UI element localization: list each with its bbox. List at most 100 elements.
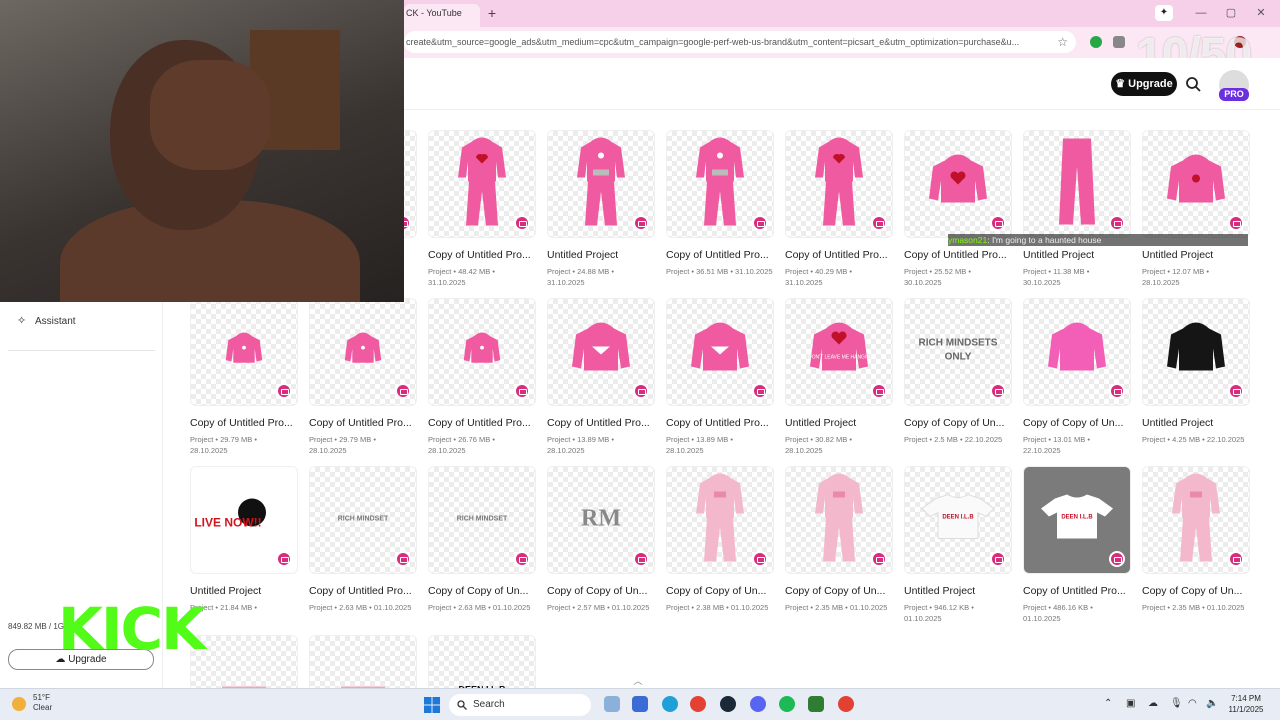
project-card[interactable]: RICH MINDSETS ONLY Copy of Copy of Un... Pr… (904, 298, 1012, 458)
project-thumbnail[interactable] (428, 298, 536, 406)
project-thumbnail[interactable] (904, 130, 1012, 238)
project-thumbnail[interactable] (547, 130, 655, 238)
chrome-active-icon[interactable] (838, 696, 854, 712)
project-thumbnail[interactable]: DEEN I.L.B (428, 635, 536, 688)
project-card[interactable]: Untitled Project Project • 4.25 MB • 22.1… (1142, 298, 1250, 458)
discord-icon[interactable] (750, 696, 766, 712)
project-thumbnail[interactable] (547, 298, 655, 406)
project-card[interactable]: Copy of Untitled Pro... Project • 29.79 M… (190, 298, 298, 458)
volume-icon[interactable]: 🔈 (1206, 698, 1218, 709)
clock[interactable]: 7:14 PM 11/1/2025 (1224, 693, 1268, 715)
minimize-button[interactable]: — (1190, 5, 1212, 21)
project-thumbnail[interactable] (785, 466, 893, 574)
project-thumbnail[interactable]: RM (547, 466, 655, 574)
project-card[interactable]: DON'T LEAVE ME HANGIN Untitled Project Pro… (785, 298, 893, 458)
project-size: Project • 36.51 MB • 31.10.2025 (666, 267, 773, 276)
project-size: Project • 13.01 MB • (1023, 435, 1090, 444)
store-icon[interactable] (632, 696, 648, 712)
maximize-button[interactable]: ▢ (1220, 5, 1242, 21)
cloud-icon[interactable]: ☁ (1148, 698, 1158, 709)
header-upgrade-button[interactable]: ♛ Upgrade (1111, 72, 1177, 96)
project-thumbnail[interactable]: LIVE NOW!! (190, 466, 298, 574)
project-card[interactable] (190, 635, 298, 688)
project-thumbnail[interactable] (1142, 298, 1250, 406)
design-preview-image (1161, 147, 1231, 222)
project-type-icon (990, 551, 1006, 567)
project-card[interactable]: Copy of Untitled Pro... Project • 13.89 M… (666, 298, 774, 458)
project-card[interactable]: LIVE NOW!! Untitled Project Project • 21.8… (190, 466, 298, 626)
project-thumbnail[interactable] (785, 130, 893, 238)
new-tab-button[interactable]: + (484, 4, 500, 22)
project-card[interactable]: Copy of Untitled Pro... Project • 29.79 M… (309, 298, 417, 458)
app-icon[interactable] (808, 696, 824, 712)
project-card[interactable]: DEEN I.L.B (428, 635, 536, 688)
scroll-up-chevron-icon[interactable]: ︿ (630, 674, 646, 686)
design-preview-image (690, 470, 750, 571)
project-card[interactable]: Copy of Copy of Un... Project • 2.38 MB •… (666, 466, 774, 626)
project-card[interactable]: Copy of Untitled Pro... Project • 40.29 M… (785, 130, 893, 290)
steam-icon[interactable] (720, 696, 736, 712)
project-card[interactable]: Copy of Untitled Pro... Project • 36.51 M… (666, 130, 774, 290)
project-type-icon (752, 551, 768, 567)
chrome-icon[interactable] (690, 696, 706, 712)
bookmark-star-icon[interactable]: ☆ (1057, 31, 1068, 53)
project-title: Untitled Project (904, 585, 976, 597)
spotify-icon[interactable] (779, 696, 795, 712)
project-card[interactable]: DEEN I.L.B Copy of Untitled Pro... Project… (1023, 466, 1131, 626)
address-bar[interactable]: create&utm_source=google_ads&utm_medium=… (404, 31, 1076, 53)
project-card[interactable]: Copy of Untitled Pro... Project • 13.89 M… (547, 298, 655, 458)
wifi-icon[interactable]: ◠ (1188, 698, 1197, 709)
project-card[interactable]: Copy of Untitled Pro... Project • 48.42 M… (428, 130, 536, 290)
project-thumbnail[interactable] (666, 466, 774, 574)
project-card[interactable]: Untitled Project Project • 24.88 MB • 31.1… (547, 130, 655, 290)
close-button[interactable]: ✕ (1250, 5, 1272, 21)
project-card[interactable]: Untitled Project Project • 12.07 MB • 28.1… (1142, 130, 1250, 290)
tray-app-icon[interactable]: ▣ (1126, 698, 1135, 709)
project-thumbnail[interactable] (666, 130, 774, 238)
extension-icon[interactable] (1090, 36, 1102, 48)
project-thumbnail[interactable] (309, 298, 417, 406)
project-thumbnail[interactable]: DEEN I.L.B (1023, 466, 1131, 574)
project-card[interactable]: Copy of Copy of Un... Project • 2.35 MB •… (1142, 466, 1250, 626)
project-card[interactable]: DEEN I.L.B Untitled Project Project • 946.… (904, 466, 1012, 626)
search-icon[interactable] (1185, 76, 1201, 92)
project-thumbnail[interactable] (666, 298, 774, 406)
project-card[interactable]: Copy of Untitled Pro... Project • 25.52 M… (904, 130, 1012, 290)
project-card[interactable]: Untitled Project Project • 11.38 MB • 30.1… (1023, 130, 1131, 290)
project-thumbnail[interactable]: RICH MINDSET (309, 466, 417, 574)
project-thumbnail[interactable] (1023, 298, 1131, 406)
search-icon (457, 700, 467, 710)
project-thumbnail[interactable]: DEEN I.L.B (904, 466, 1012, 574)
project-card[interactable]: RICH MINDSET Copy of Untitled Pro... Proje… (309, 466, 417, 626)
sidebar-item-assistant[interactable]: ✧ Assistant (17, 314, 76, 327)
browser-tab[interactable]: CK - YouTube (404, 4, 480, 27)
project-meta: Project • 48.42 MB • 31.10.2025 (428, 266, 536, 288)
project-card[interactable]: RICH MINDSET Copy of Copy of Un... Project… (428, 466, 536, 626)
project-card[interactable] (309, 635, 417, 688)
project-thumbnail[interactable] (190, 635, 298, 688)
project-card[interactable]: Copy of Copy of Un... Project • 13.01 MB … (1023, 298, 1131, 458)
project-thumbnail[interactable]: DON'T LEAVE ME HANGIN (785, 298, 893, 406)
project-card[interactable]: Copy of Copy of Un... Project • 2.35 MB •… (785, 466, 893, 626)
widgets-icon[interactable] (604, 696, 620, 712)
tray-chevron-icon[interactable]: ⌃ (1104, 698, 1112, 709)
project-thumbnail[interactable] (428, 130, 536, 238)
taskbar-search[interactable]: Search (449, 694, 591, 716)
project-meta: Project • 486.16 KB • 01.10.2025 (1023, 602, 1131, 624)
project-card[interactable]: RM Copy of Copy of Un... Project • 2.57 MB… (547, 466, 655, 626)
project-thumbnail[interactable] (1142, 130, 1250, 238)
project-thumbnail[interactable] (309, 635, 417, 688)
edge-icon[interactable] (662, 696, 678, 712)
pinned-extension-icon[interactable]: ✦ (1155, 5, 1173, 21)
project-thumbnail[interactable] (1142, 466, 1250, 574)
mic-icon[interactable]: 🎙 (1170, 698, 1183, 709)
project-thumbnail[interactable]: RICH MINDSETS ONLY (904, 298, 1012, 406)
project-card[interactable]: Copy of Untitled Pro... Project • 26.76 M… (428, 298, 536, 458)
project-thumbnail[interactable] (1023, 130, 1131, 238)
weather-widget[interactable]: 51°F Clear (12, 693, 52, 713)
project-thumbnail[interactable]: RICH MINDSET (428, 466, 536, 574)
extension-icon[interactable] (1113, 36, 1125, 48)
weather-temp: 51°F (33, 693, 50, 702)
windows-start-icon[interactable] (424, 697, 440, 713)
project-thumbnail[interactable] (190, 298, 298, 406)
